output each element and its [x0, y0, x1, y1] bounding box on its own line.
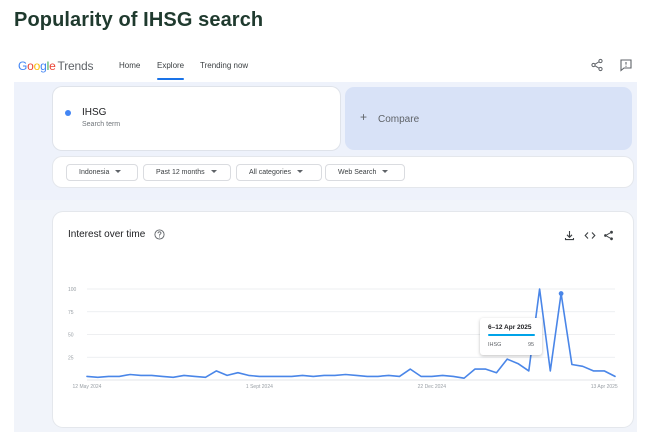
tooltip-series-swatch — [488, 334, 535, 336]
article-title: Popularity of IHSG search — [14, 9, 264, 31]
data-point[interactable] — [463, 377, 465, 379]
highlighted-data-point[interactable] — [558, 291, 564, 296]
data-point[interactable] — [603, 370, 605, 372]
property-filter-label: Web Search — [338, 169, 377, 176]
term-color-dot — [65, 110, 71, 116]
caret-down-icon — [297, 170, 304, 173]
data-point[interactable] — [571, 363, 573, 365]
data-point[interactable] — [334, 374, 336, 376]
filter-bar: Indonesia Past 12 months All categories … — [53, 157, 633, 187]
data-point[interactable] — [86, 375, 88, 377]
caret-down-icon — [115, 170, 122, 173]
data-point[interactable] — [441, 374, 443, 376]
data-point[interactable] — [388, 374, 390, 376]
logo-trends-text: Trends — [57, 59, 94, 73]
category-filter-label: All categories — [249, 169, 292, 176]
data-point[interactable] — [409, 368, 411, 370]
y-tick-label: 100 — [68, 287, 77, 293]
search-term-type: Search term — [82, 121, 121, 128]
data-point[interactable] — [226, 374, 228, 376]
google-trends-header: Google Trends Home Explore Trending now — [0, 50, 666, 82]
y-tick-label: 25 — [68, 355, 74, 361]
interest-over-time-chart[interactable]: 100 75 50 25 12 May 2024 1 Sept 2024 22 Dec 20… — [53, 212, 633, 427]
data-point[interactable] — [344, 373, 346, 375]
data-point[interactable] — [377, 375, 379, 377]
tooltip-value: 95 — [528, 342, 535, 348]
data-point[interactable] — [474, 368, 476, 370]
compare-label: Compare — [378, 114, 420, 125]
data-point[interactable] — [528, 370, 530, 372]
y-tick-label: 50 — [68, 333, 74, 339]
data-point[interactable] — [118, 375, 120, 377]
data-point[interactable] — [301, 374, 303, 376]
data-point[interactable] — [323, 374, 325, 376]
data-tooltip: 6–12 Apr 2025 IHSG 95 — [480, 318, 542, 355]
data-point[interactable] — [506, 358, 508, 360]
compare-button[interactable]: + Compare — [345, 87, 632, 150]
data-point[interactable] — [247, 374, 249, 376]
logo-letter: e — [49, 59, 56, 73]
category-filter-dropdown[interactable]: All categories — [236, 164, 322, 181]
tooltip-date: 6–12 Apr 2025 — [488, 324, 532, 331]
data-point[interactable] — [107, 375, 109, 377]
data-point[interactable] — [366, 375, 368, 377]
data-point[interactable] — [549, 370, 551, 372]
data-point[interactable] — [172, 376, 174, 378]
data-point[interactable] — [280, 375, 282, 377]
data-point[interactable] — [161, 375, 163, 377]
plus-icon: + — [360, 110, 368, 124]
x-tick-label: 13 Apr 2025 — [591, 384, 618, 390]
nav-trending-now[interactable]: Trending now — [200, 61, 248, 70]
x-tick-label: 12 May 2024 — [73, 384, 102, 390]
data-point[interactable] — [194, 375, 196, 377]
geo-filter-label: Indonesia — [79, 169, 110, 176]
time-filter-label: Past 12 months — [156, 169, 205, 176]
search-term-name: IHSG — [82, 107, 107, 118]
data-point[interactable] — [150, 374, 152, 376]
data-point[interactable] — [269, 375, 271, 377]
google-trends-logo[interactable]: Google Trends — [18, 59, 93, 73]
data-point[interactable] — [140, 374, 142, 376]
share-icon[interactable] — [590, 58, 604, 72]
data-point[interactable] — [355, 374, 357, 376]
data-point[interactable] — [237, 372, 239, 374]
data-point[interactable] — [581, 365, 583, 367]
caret-down-icon — [382, 170, 389, 173]
data-point[interactable] — [431, 375, 433, 377]
data-point[interactable] — [291, 375, 293, 377]
data-point[interactable] — [452, 375, 454, 377]
geo-filter-dropdown[interactable]: Indonesia — [66, 164, 138, 181]
data-point[interactable] — [484, 368, 486, 370]
data-point[interactable] — [97, 376, 99, 378]
x-tick-label: 22 Dec 2024 — [418, 384, 447, 390]
data-point[interactable] — [129, 373, 131, 375]
data-point[interactable] — [420, 375, 422, 377]
data-point[interactable] — [614, 375, 616, 377]
tooltip-term: IHSG — [488, 342, 502, 348]
nav-explore[interactable]: Explore — [157, 61, 184, 70]
x-tick-label: 1 Sept 2024 — [246, 384, 273, 390]
caret-down-icon — [210, 170, 217, 173]
data-point[interactable] — [538, 288, 540, 290]
nav-home[interactable]: Home — [119, 61, 140, 70]
data-point[interactable] — [204, 376, 206, 378]
search-term-card[interactable]: IHSG Search term — [53, 87, 340, 150]
data-point[interactable] — [495, 372, 497, 374]
y-tick-label: 75 — [68, 310, 74, 316]
data-point[interactable] — [183, 374, 185, 376]
data-point[interactable] — [258, 375, 260, 377]
feedback-icon[interactable] — [619, 58, 633, 72]
active-tab-indicator — [157, 78, 184, 80]
property-filter-dropdown[interactable]: Web Search — [325, 164, 405, 181]
data-point[interactable] — [312, 375, 314, 377]
data-point[interactable] — [215, 370, 217, 372]
logo-letter: G — [18, 59, 28, 73]
data-point[interactable] — [517, 362, 519, 364]
time-filter-dropdown[interactable]: Past 12 months — [143, 164, 231, 181]
data-point[interactable] — [592, 370, 594, 372]
data-point[interactable] — [398, 375, 400, 377]
